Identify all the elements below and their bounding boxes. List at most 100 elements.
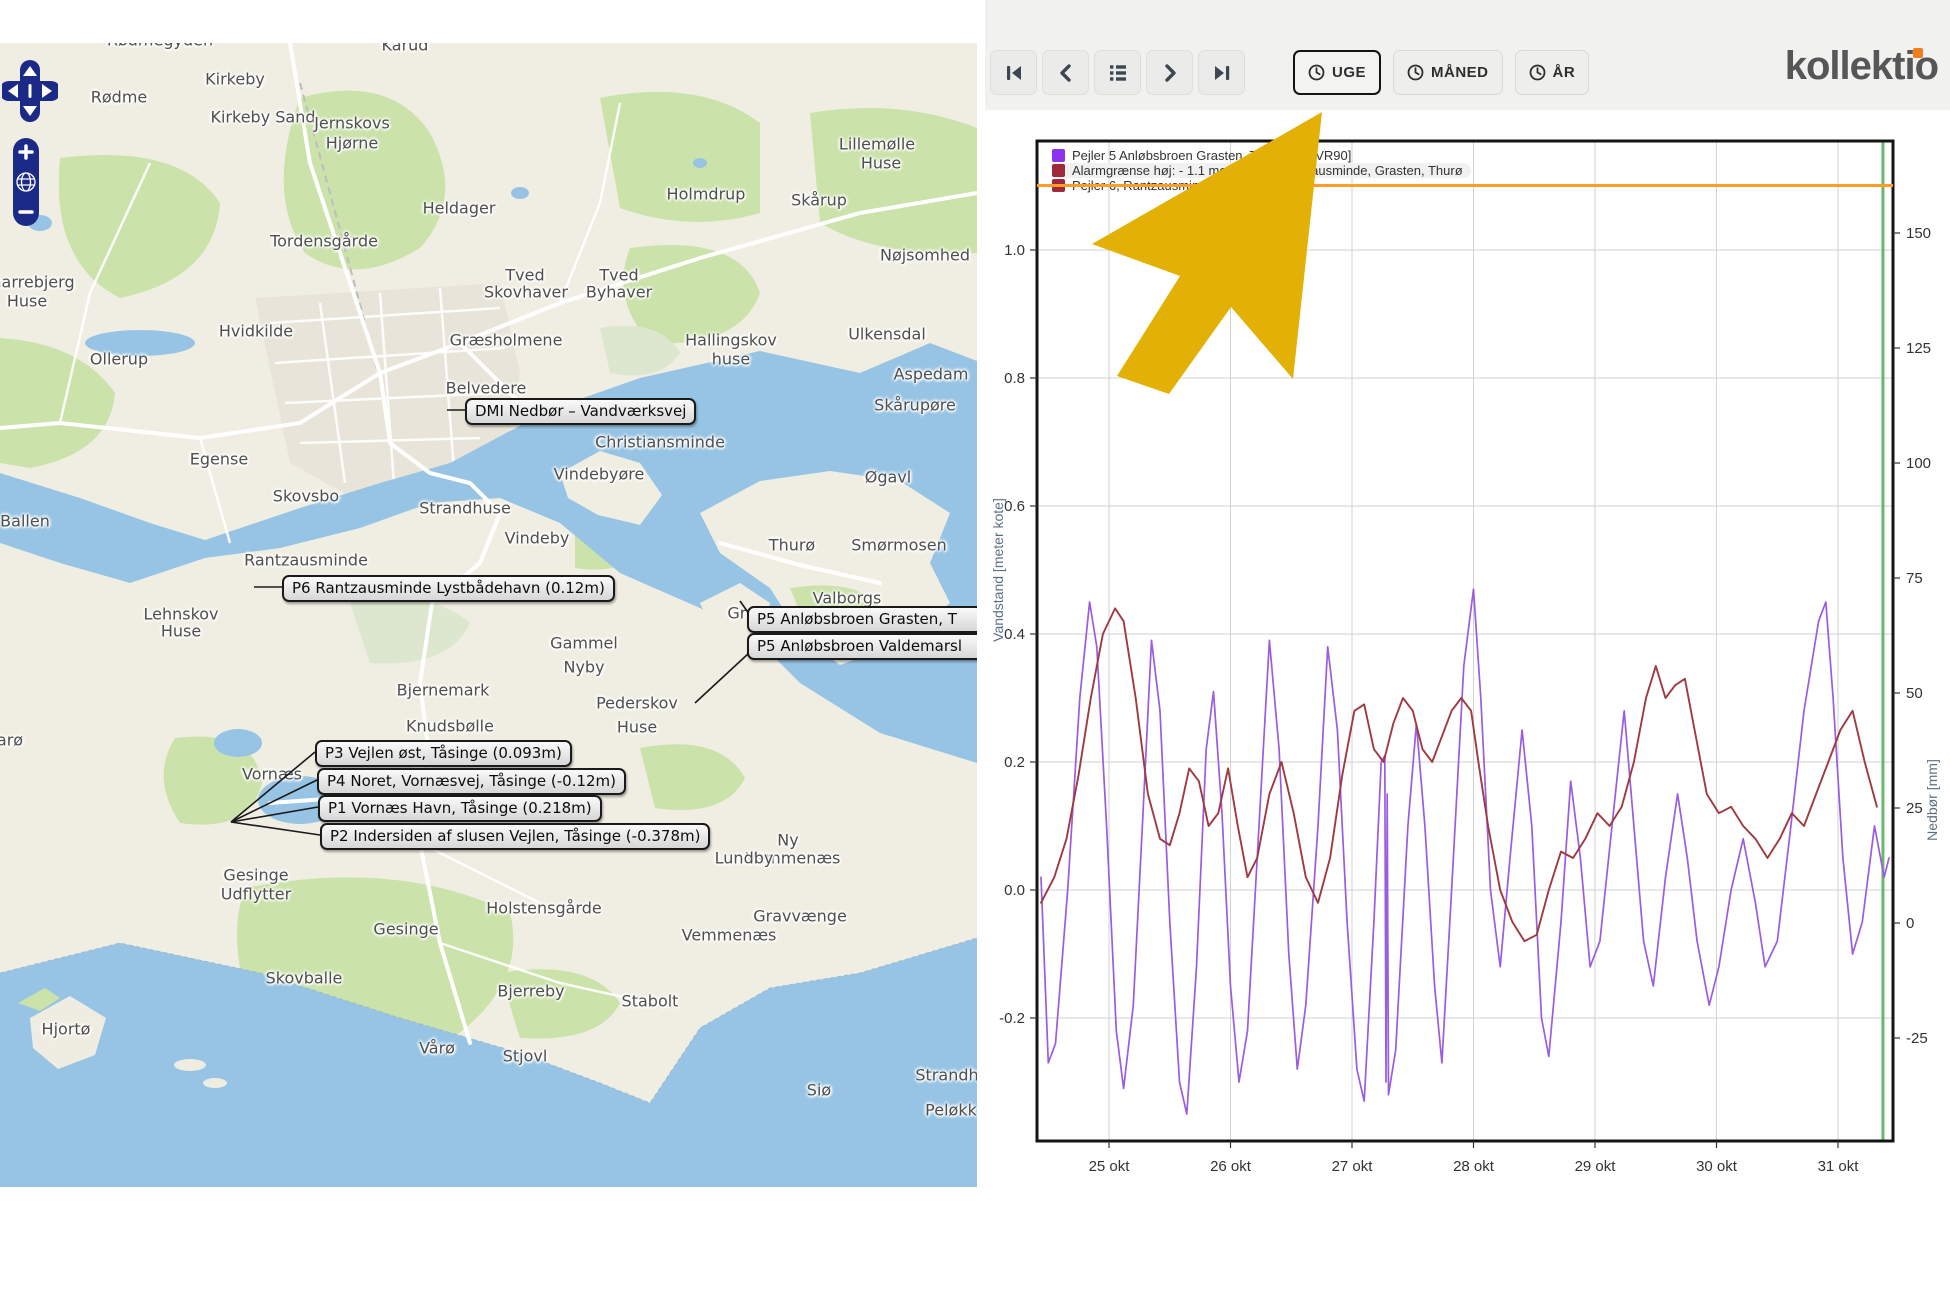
- period-button-label: ÅR: [1553, 64, 1576, 81]
- list-icon: [1106, 61, 1130, 85]
- map-place-label: Pederskov: [596, 694, 678, 713]
- axis-tick-label: 0.8: [1004, 370, 1025, 387]
- chart-nav-group: [990, 50, 1245, 95]
- skip-end-icon: [1210, 61, 1234, 85]
- map-marker-label[interactable]: P5 Anløbsbroen Grasten, T: [747, 606, 977, 633]
- map-place-label: Vindeby: [505, 529, 570, 548]
- map-place-label: Siø: [807, 1081, 831, 1100]
- period-button-label: UGE: [1332, 64, 1366, 81]
- axis-tick-label: 125: [1906, 340, 1931, 357]
- map-place-label: Strandh: [915, 1066, 977, 1085]
- map-marker-label[interactable]: P2 Indersiden af slusen Vejlen, Tåsinge …: [320, 823, 710, 850]
- map-panel[interactable]: RødmegydenKirkebyRødmeKarudKirkeby SandJ…: [0, 43, 977, 1187]
- map-marker-label[interactable]: P5 Anløbsbroen Valdemarsl: [747, 633, 977, 660]
- alarm-threshold-line: [1037, 184, 1893, 187]
- map-place-label: Karud: [382, 43, 429, 55]
- map-place-label: arø: [0, 731, 23, 750]
- map-marker-label[interactable]: P6 Rantzausminde Lystbådehavn (0.12m): [282, 575, 615, 602]
- map-place-label: Rødme: [91, 88, 148, 107]
- map-place-label: Vårø: [419, 1039, 455, 1058]
- legend-swatch: [1052, 149, 1065, 162]
- nav-chevron-left-button[interactable]: [1042, 50, 1089, 95]
- map-place-label: Stabolt: [622, 992, 679, 1011]
- map-place-label: Peløkk: [925, 1101, 977, 1120]
- nav-skip-end-button[interactable]: [1198, 50, 1245, 95]
- nav-list-button[interactable]: [1094, 50, 1141, 95]
- map-place-label: Smørmosen: [851, 536, 947, 555]
- axis-tick-label: 25 okt: [1089, 1158, 1131, 1175]
- map-place-label: Christiansminde: [595, 433, 725, 452]
- map-place-label: Rødmegyden: [107, 43, 213, 50]
- axis-tick-label: 27 okt: [1332, 1158, 1374, 1175]
- map-place-label: Ulkensdal: [848, 325, 926, 344]
- axis-tick-label: 150: [1906, 225, 1931, 242]
- map-place-label: Vemmenæs: [682, 926, 777, 945]
- map-place-label: harrebjerg: [0, 273, 75, 292]
- map-place-label: Skovhaver: [484, 283, 568, 302]
- map-place-label: Græsholmene: [450, 331, 563, 350]
- map-place-label: Jernskovs: [314, 114, 390, 133]
- map-place-label: Stjovl: [503, 1047, 548, 1066]
- axis-tick-label: 75: [1906, 570, 1923, 587]
- map-place-label: Hjortø: [42, 1020, 91, 1039]
- map-place-label: Skovballe: [266, 969, 343, 988]
- axis-tick-label: 25: [1906, 800, 1923, 817]
- map-place-label: Ballen: [0, 512, 50, 531]
- map-place-label: Skårupøre: [874, 396, 956, 415]
- map-place-label: Skårup: [791, 191, 847, 210]
- map-place-label: Vornæs: [242, 765, 302, 784]
- map-place-label: Byhaver: [586, 283, 652, 302]
- axis-tick-label: -0.2: [999, 1010, 1025, 1027]
- map-place-label: Rantzausminde: [244, 551, 368, 570]
- map-place-label: Lillemølle: [839, 135, 915, 154]
- map-place-label: Belvedere: [446, 379, 527, 398]
- map-place-label: Skovsbo: [273, 487, 339, 506]
- axis-tick-label: 0.4: [1004, 626, 1025, 643]
- map-place-label: Huse: [161, 622, 201, 641]
- period-button-år[interactable]: ÅR: [1515, 50, 1590, 95]
- axis-tick-label: 0.6: [1004, 498, 1025, 515]
- axis-tick-label: 28 okt: [1453, 1158, 1495, 1175]
- map-pan-control[interactable]: [2, 60, 58, 122]
- map-marker-label[interactable]: DMI Nedbør – Vandværksvej: [465, 398, 696, 425]
- map-marker-label[interactable]: P3 Vejlen øst, Tåsinge (0.093m): [315, 740, 572, 767]
- period-button-måned[interactable]: MÅNED: [1393, 50, 1503, 95]
- clock-icon: [1407, 64, 1424, 81]
- chart-card[interactable]: 1.00.80.60.40.20.0-0.21501251007550250-2…: [985, 110, 1950, 1300]
- map-place-label: Valborgs: [813, 589, 882, 608]
- axis-tick-label: -25: [1906, 1030, 1928, 1047]
- map-zoom-bar[interactable]: [13, 138, 39, 226]
- chevron-left-icon: [1054, 61, 1078, 85]
- period-button-uge[interactable]: UGE: [1293, 50, 1381, 95]
- map-place-label: Egense: [190, 450, 248, 469]
- axis-tick-label: 100: [1906, 455, 1931, 472]
- axis-tick-label: 29 okt: [1575, 1158, 1617, 1175]
- map-place-label: Holmdrup: [667, 185, 746, 204]
- chevron-right-icon: [1158, 61, 1182, 85]
- timeseries-chart[interactable]: 1.00.80.60.40.20.0-0.21501251007550250-2…: [985, 110, 1950, 1300]
- period-group: UGE MÅNED ÅR: [1293, 50, 1589, 95]
- skip-start-icon: [1002, 61, 1026, 85]
- series-line: [1041, 608, 1877, 941]
- map-place-label: Huse: [861, 154, 901, 173]
- nav-chevron-right-button[interactable]: [1146, 50, 1193, 95]
- legend-item: Alarmgrænse høj: - 1.1 meter kote, Rantz…: [1052, 163, 1471, 178]
- map-place-label: Gesinge: [373, 920, 438, 939]
- legend-swatch: [1052, 164, 1065, 177]
- map-place-label: Hjørne: [326, 134, 379, 153]
- series-line: [1041, 589, 1889, 1114]
- map-marker-label[interactable]: P4 Noret, Vornæsvej, Tåsinge (-0.12m): [317, 768, 626, 795]
- map-place-label: Gammel: [550, 634, 618, 653]
- legend-label: Pejler 5 Anløbsbroen Grasten, Thurø [m D…: [1072, 148, 1351, 163]
- axis-tick-label: 26 okt: [1210, 1158, 1252, 1175]
- period-button-label: MÅNED: [1431, 64, 1489, 81]
- map-place-label: Kirkeby: [205, 70, 265, 89]
- map-place-label: Gesinge: [223, 866, 288, 885]
- axis-tick-label: 50: [1906, 685, 1923, 702]
- map-place-label: Nyby: [563, 658, 604, 677]
- map-marker-label[interactable]: P1 Vornæs Havn, Tåsinge (0.218m): [318, 795, 602, 822]
- axis-tick-label: 0.2: [1004, 754, 1025, 771]
- axis-tick-label: 31 okt: [1818, 1158, 1860, 1175]
- nav-skip-start-button[interactable]: [990, 50, 1037, 95]
- map-place-label: Huse: [617, 718, 657, 737]
